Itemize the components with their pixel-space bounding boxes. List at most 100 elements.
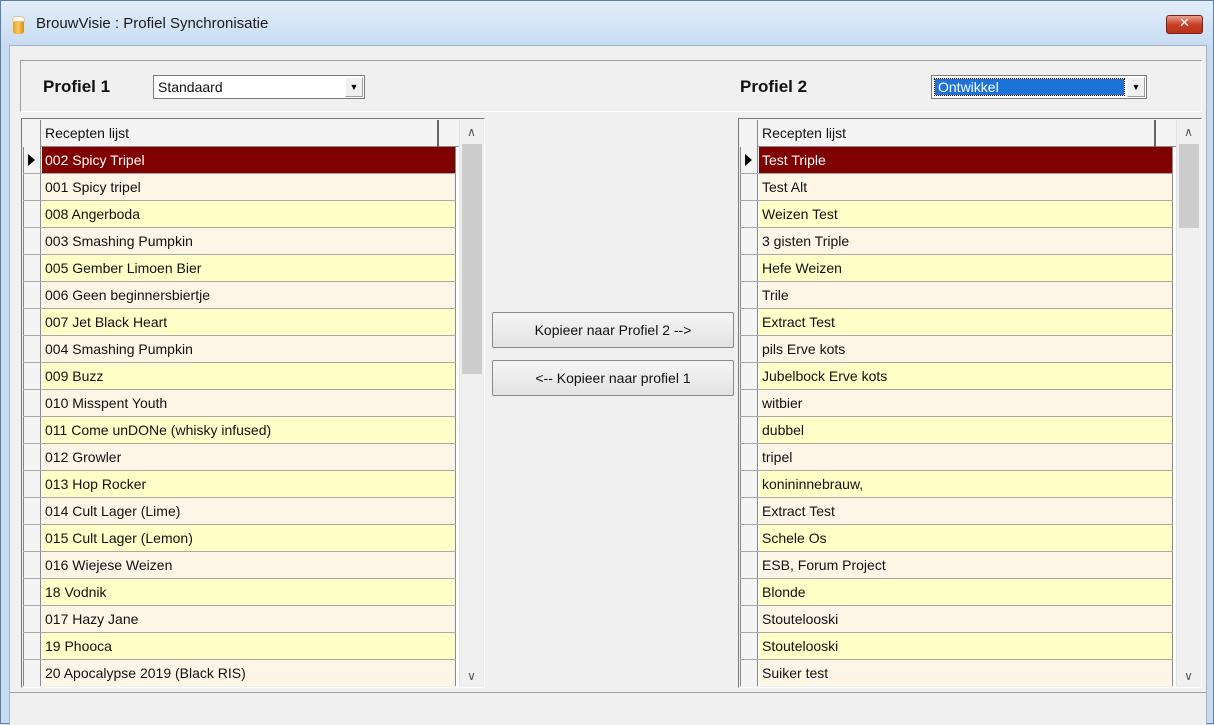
table-row[interactable]: tripel [740,444,1173,471]
chevron-up-icon[interactable]: ∧ [460,120,483,144]
table-row[interactable]: Suiker test [740,660,1173,686]
row-indicator[interactable] [23,282,41,308]
recipe-cell[interactable]: 005 Gember Limoen Bier [42,255,456,281]
recipe-cell[interactable]: Trile [759,282,1173,308]
recipe-cell[interactable]: 012 Growler [42,444,456,470]
table-row[interactable]: 18 Vodnik [23,579,456,606]
chevron-down-icon[interactable]: ∨ [1177,664,1200,686]
table-row[interactable]: 009 Buzz [23,363,456,390]
table-row[interactable]: Jubelbock Erve kots [740,363,1173,390]
row-indicator[interactable] [23,471,41,497]
table-row[interactable]: 017 Hazy Jane [23,606,456,633]
recipe-cell[interactable]: tripel [759,444,1173,470]
row-indicator[interactable] [740,201,758,227]
recipe-cell[interactable]: 3 gisten Triple [759,228,1173,254]
table-row[interactable]: Test Alt [740,174,1173,201]
table-row[interactable]: 004 Smashing Pumpkin [23,336,456,363]
recipe-cell[interactable]: 017 Hazy Jane [42,606,456,632]
row-indicator[interactable] [23,498,41,524]
row-indicator[interactable] [23,660,41,686]
recipe-cell[interactable]: 009 Buzz [42,363,456,389]
chevron-down-icon[interactable]: ▼ [1127,77,1145,97]
recipe-cell[interactable]: 003 Smashing Pumpkin [42,228,456,254]
table-row[interactable]: Stoutelooski [740,606,1173,633]
recipe-cell[interactable]: 015 Cult Lager (Lemon) [42,525,456,551]
recipe-cell[interactable]: Stoutelooski [759,633,1173,659]
row-indicator[interactable] [740,390,758,416]
row-indicator[interactable] [740,525,758,551]
table-row[interactable]: 012 Growler [23,444,456,471]
grid-column-header[interactable]: Recepten lijst [23,120,463,147]
row-indicator[interactable] [23,444,41,470]
row-indicator[interactable] [740,336,758,362]
table-row[interactable]: 003 Smashing Pumpkin [23,228,456,255]
recipe-cell[interactable]: dubbel [759,417,1173,443]
row-indicator[interactable] [23,363,41,389]
vertical-scrollbar[interactable]: ∧ ∨ [1176,120,1200,686]
recipe-cell[interactable]: 007 Jet Black Heart [42,309,456,335]
table-row[interactable]: ESB, Forum Project [740,552,1173,579]
chevron-down-icon[interactable]: ▼ [345,77,363,97]
row-indicator[interactable] [740,363,758,389]
row-indicator[interactable] [23,417,41,443]
recipe-cell[interactable]: 006 Geen beginnersbiertje [42,282,456,308]
scroll-thumb[interactable] [462,144,482,374]
recipe-cell[interactable]: 20 Apocalypse 2019 (Black RIS) [42,660,456,686]
recipe-cell[interactable]: Test Alt [759,174,1173,200]
table-row[interactable]: Test Triple [740,147,1173,174]
vertical-scrollbar[interactable]: ∧ ∨ [459,120,483,686]
row-indicator[interactable] [23,336,41,362]
row-indicator[interactable] [23,525,41,551]
recipe-cell[interactable]: konininnebrauw, [759,471,1173,497]
recipe-cell[interactable]: Hefe Weizen [759,255,1173,281]
recipe-cell[interactable]: 008 Angerboda [42,201,456,227]
table-row[interactable]: Extract Test [740,309,1173,336]
table-row[interactable]: 008 Angerboda [23,201,456,228]
profile2-select[interactable]: Ontwikkel ▼ [931,75,1147,99]
copy-to-profile2-button[interactable]: Kopieer naar Profiel 2 --> [492,312,734,348]
table-row[interactable]: 007 Jet Black Heart [23,309,456,336]
row-indicator[interactable] [23,633,41,659]
close-button[interactable]: ✕ [1166,15,1203,34]
row-indicator[interactable] [23,552,41,578]
recipe-cell[interactable]: Suiker test [759,660,1173,686]
table-row[interactable]: 015 Cult Lager (Lemon) [23,525,456,552]
recipe-cell[interactable]: pils Erve kots [759,336,1173,362]
row-indicator[interactable] [740,471,758,497]
row-indicator[interactable] [740,417,758,443]
recipe-cell[interactable]: Stoutelooski [759,606,1173,632]
table-row[interactable]: Stoutelooski [740,633,1173,660]
recipe-cell[interactable]: 002 Spicy Tripel [42,147,456,173]
row-indicator[interactable] [23,390,41,416]
table-row[interactable]: Extract Test [740,498,1173,525]
table-row[interactable]: 001 Spicy tripel [23,174,456,201]
title-bar[interactable]: BrouwVisie : Profiel Synchronisatie ✕ [1,1,1213,45]
recipe-cell[interactable]: Blonde [759,579,1173,605]
chevron-down-icon[interactable]: ∨ [460,664,483,686]
table-row[interactable]: 014 Cult Lager (Lime) [23,498,456,525]
row-indicator[interactable] [23,201,41,227]
row-indicator[interactable] [740,444,758,470]
recipe-cell[interactable]: Weizen Test [759,201,1173,227]
row-indicator[interactable] [23,147,41,173]
table-row[interactable]: witbier [740,390,1173,417]
recipe-cell[interactable]: Test Triple [759,147,1173,173]
copy-to-profile1-button[interactable]: <-- Kopieer naar profiel 1 [492,360,734,396]
table-row[interactable]: 016 Wiejese Weizen [23,552,456,579]
recipe-cell[interactable]: 004 Smashing Pumpkin [42,336,456,362]
recipe-cell[interactable]: witbier [759,390,1173,416]
table-row[interactable]: dubbel [740,417,1173,444]
row-indicator[interactable] [23,255,41,281]
row-indicator[interactable] [740,606,758,632]
recipe-cell[interactable]: Schele Os [759,525,1173,551]
table-row[interactable]: Trile [740,282,1173,309]
recipe-cell[interactable]: 011 Come unDONe (whisky infused) [42,417,456,443]
row-indicator[interactable] [740,309,758,335]
grid-column-header[interactable]: Recepten lijst [740,120,1180,147]
recipe-cell[interactable]: 19 Phooca [42,633,456,659]
table-row[interactable]: 002 Spicy Tripel [23,147,456,174]
table-row[interactable]: pils Erve kots [740,336,1173,363]
recipe-cell[interactable]: 010 Misspent Youth [42,390,456,416]
row-indicator[interactable] [740,174,758,200]
row-indicator[interactable] [23,606,41,632]
